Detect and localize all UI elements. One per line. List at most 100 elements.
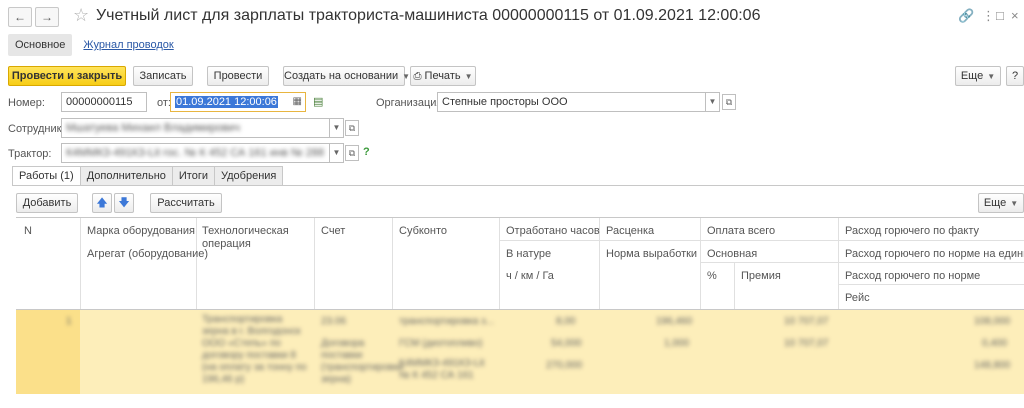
print-button[interactable]: ⎙ Печать ▼: [410, 66, 476, 86]
cell-in-kind[interactable]: 54,000: [551, 338, 582, 350]
col-n[interactable]: N: [24, 225, 32, 238]
menu-dots-icon[interactable]: ⋮: [982, 8, 995, 24]
organization-field[interactable]: Степные просторы ООО: [437, 92, 706, 112]
number-field[interactable]: 00000000115: [61, 92, 147, 112]
tab-additional[interactable]: Дополнительно: [79, 166, 173, 186]
favorite-star-icon[interactable]: ☆: [73, 5, 89, 26]
chevron-down-icon: ▼: [464, 72, 473, 81]
cell-fuel-norm-unit[interactable]: 0,400: [982, 338, 1007, 350]
employee-dropdown-icon[interactable]: ▼: [330, 118, 344, 138]
forward-arrow-icon[interactable]: →: [35, 7, 59, 27]
table-row[interactable]: 1 Транспортировка зерна в г. Волгодонск …: [16, 310, 1024, 394]
tractor-value: К4ММКЗ-491КЗ-Lit гос. № К 452 СА 161 инв…: [66, 147, 325, 159]
cell-account-contract[interactable]: Договора поставки (транспортировки зерна…: [321, 338, 403, 386]
cell-pay-basic[interactable]: 10 707,07: [784, 338, 829, 350]
calendar-icon[interactable]: ▦: [293, 93, 302, 111]
inner-tabs: Работы (1) Дополнительно Итоги Удобрения: [12, 166, 284, 186]
organization-label: Организация:: [376, 97, 446, 109]
col-account[interactable]: Счет: [321, 225, 345, 238]
move-down-icon[interactable]: 🡇: [114, 193, 134, 213]
cell-subconto-1[interactable]: транспортировка з...: [399, 316, 494, 328]
col-in-kind[interactable]: В натуре: [506, 248, 551, 261]
add-row-button[interactable]: Добавить: [16, 193, 78, 213]
date-label: от:: [157, 97, 171, 109]
cell-fuel-actual[interactable]: 108,000: [974, 316, 1010, 328]
title-bar: ← → ☆ Учетный лист для зарплаты трактори…: [0, 0, 1024, 32]
employee-field[interactable]: Мшатуева Михаил Владимирович: [61, 118, 330, 138]
number-label: Номер:: [8, 97, 45, 109]
cell-norm[interactable]: 1,000: [664, 338, 689, 350]
employee-open-icon[interactable]: ⧉: [345, 120, 359, 136]
table-more-button[interactable]: Еще ▼: [978, 193, 1024, 213]
organization-open-icon[interactable]: ⧉: [722, 94, 736, 110]
col-equipment[interactable]: Марка оборудования: [87, 225, 195, 238]
move-up-icon[interactable]: 🡅: [92, 193, 112, 213]
col-pay-basic[interactable]: Основная: [707, 248, 757, 261]
col-bonus[interactable]: Премия: [741, 270, 781, 283]
table-more-label: Еще: [983, 197, 1007, 209]
col-hours[interactable]: Отработано часов: [506, 225, 600, 238]
create-based-label: Создать на основании: [284, 70, 399, 82]
cell-rate[interactable]: 196,460: [656, 316, 692, 328]
tab-fertilizers[interactable]: Удобрения: [214, 166, 284, 186]
calculate-button[interactable]: Рассчитать: [150, 193, 222, 213]
cell-operation[interactable]: Транспортировка зерна в г. Волгодонск ОО…: [202, 314, 308, 386]
col-units[interactable]: ч / км / Га: [506, 270, 554, 283]
help-question-icon[interactable]: ?: [363, 146, 370, 158]
create-based-on-button[interactable]: Создать на основании ▼: [283, 66, 410, 86]
chevron-down-icon: ▼: [987, 72, 996, 81]
col-pay-total[interactable]: Оплата всего: [707, 225, 775, 238]
col-unit[interactable]: Агрегат (оборудование): [87, 248, 208, 261]
more-button[interactable]: Еще ▼: [955, 66, 1001, 86]
tractor-label: Трактор:: [8, 148, 52, 160]
page-title: Учетный лист для зарплаты тракториста-ма…: [96, 7, 761, 24]
col-rate[interactable]: Расценка: [606, 225, 654, 238]
date-value: 01.09.2021 12:00:06: [175, 96, 278, 108]
cell-subconto-3[interactable]: К4ММКЗ-491КЗ-Lit № К 452 СА 161: [399, 358, 495, 382]
close-icon[interactable]: ×: [1011, 8, 1019, 23]
col-trip[interactable]: Рейс: [845, 292, 870, 305]
cell-fuel-norm[interactable]: 148,800: [974, 360, 1010, 372]
col-percent[interactable]: %: [707, 270, 717, 283]
col-operation[interactable]: Технологическая операция: [202, 225, 306, 251]
col-norm[interactable]: Норма выработки: [606, 248, 697, 261]
tab-divider: [12, 185, 1024, 186]
header-divider: [838, 284, 1024, 285]
col-subconto[interactable]: Субконто: [399, 225, 447, 238]
date-field[interactable]: 01.09.2021 12:00:06 ▦: [170, 92, 306, 112]
tab-main[interactable]: Основное: [8, 34, 73, 56]
header-divider: [499, 240, 1024, 241]
cell-hours[interactable]: 8,00: [556, 316, 575, 328]
tab-journal[interactable]: Журнал проводок: [76, 34, 180, 56]
top-tabs: Основное Журнал проводок: [8, 34, 181, 56]
tractor-dropdown-icon[interactable]: ▼: [330, 143, 344, 163]
employee-value: Мшатуева Михаил Владимирович: [66, 122, 240, 134]
cell-units[interactable]: 270,000: [546, 360, 582, 372]
printer-icon: ⎙: [413, 71, 422, 82]
save-button[interactable]: Записать: [133, 66, 193, 86]
tractor-open-icon[interactable]: ⧉: [345, 145, 359, 161]
tractor-field[interactable]: К4ММКЗ-491КЗ-Lit гос. № К 452 СА 161 инв…: [61, 143, 330, 163]
col-fuel-norm-unit[interactable]: Расход горючего по норме на единицу: [845, 248, 1024, 261]
cell-account[interactable]: 23.06: [321, 316, 346, 328]
tab-works[interactable]: Работы (1): [12, 166, 81, 186]
chevron-down-icon: ▼: [1010, 199, 1019, 208]
col-fuel-norm[interactable]: Расход горючего по норме: [845, 270, 980, 283]
chevron-down-icon: ▼: [402, 72, 411, 81]
works-table[interactable]: N Марка оборудования Агрегат (оборудован…: [16, 217, 1024, 408]
cell-n[interactable]: 1: [66, 316, 72, 328]
col-fuel-actual[interactable]: Расход горючего по факту: [845, 225, 979, 238]
maximize-icon[interactable]: □: [996, 8, 1004, 23]
tab-totals[interactable]: Итоги: [171, 166, 215, 186]
post-button[interactable]: Провести: [207, 66, 269, 86]
document-status-icon[interactable]: ▤: [313, 95, 323, 108]
cell-pay-total[interactable]: 10 707,07: [784, 316, 829, 328]
help-button[interactable]: ?: [1006, 66, 1024, 86]
more-label: Еще: [960, 70, 984, 82]
print-label: Печать: [424, 70, 461, 82]
back-arrow-icon[interactable]: ←: [8, 7, 32, 27]
cell-subconto-2[interactable]: ГСМ (дизтопливо): [399, 338, 482, 350]
post-and-close-button[interactable]: Провести и закрыть: [8, 66, 126, 86]
link-icon[interactable]: 🔗: [958, 8, 974, 24]
organization-dropdown-icon[interactable]: ▼: [706, 92, 720, 112]
